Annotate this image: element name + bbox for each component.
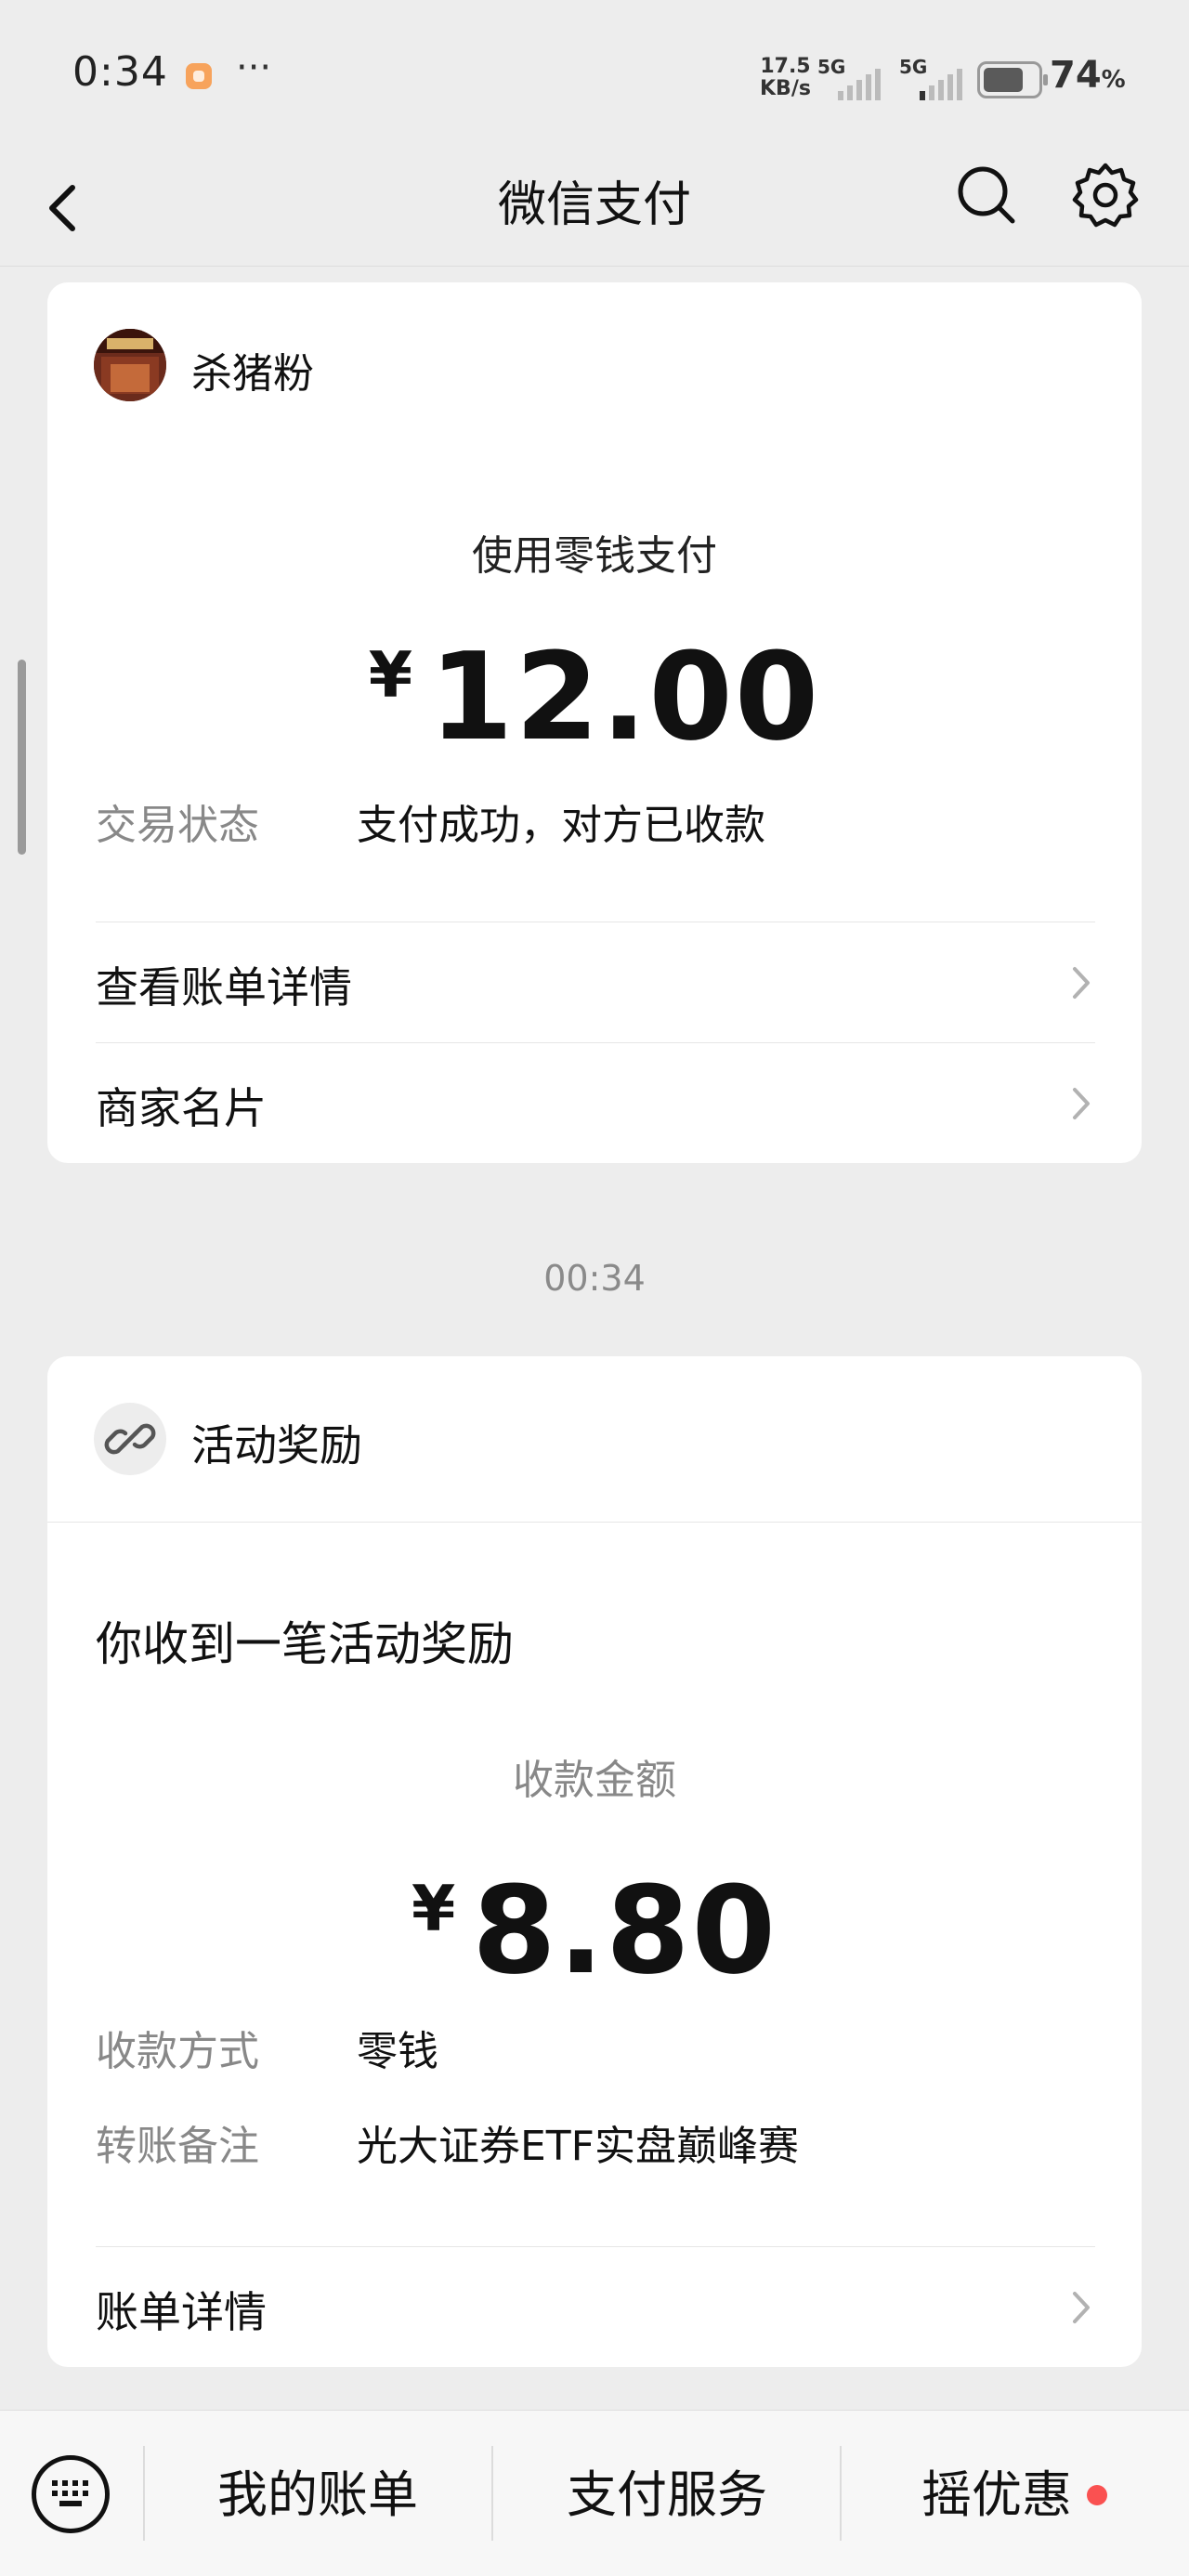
reward-amount: ¥8.80	[47, 1860, 1142, 2001]
merchant-avatar	[94, 329, 166, 401]
chevron-right-icon	[1073, 1088, 1090, 1119]
search-icon	[958, 166, 1015, 224]
payment-amount-value: 12.00	[429, 626, 821, 767]
received-amount-label: 收款金额	[513, 1757, 676, 1804]
merchant-name: 杀猪粉	[191, 350, 314, 398]
menu-shake-deals[interactable]: 摇优惠	[921, 2453, 1072, 2527]
transaction-status-label: 交易状态	[96, 802, 259, 849]
reward-amount-value: 8.80	[472, 1860, 778, 2001]
network-speed-unit: KB/s	[760, 77, 811, 100]
receive-method-value: 零钱	[357, 2028, 438, 2075]
currency-symbol: ¥	[411, 1873, 456, 1946]
merchant-card-label: 商家名片	[96, 1083, 267, 1133]
activity-reward-card: 活动奖励 你收到一笔活动奖励 收款金额 ¥8.80 收款方式 零钱 转账备注 光…	[47, 1356, 1142, 2367]
gear-icon	[1072, 163, 1139, 228]
bill-details-label: 账单详情	[96, 2287, 267, 2337]
menu-separator	[143, 2446, 145, 2541]
menu-payment-services[interactable]: 支付服务	[567, 2453, 767, 2527]
activity-icon-wrapper	[94, 1403, 166, 1475]
network-speed: 17.5 KB/s	[760, 56, 811, 100]
divider	[47, 1522, 1142, 1523]
transaction-status-value: 支付成功，对方已收款	[357, 802, 765, 849]
navigation-bar: 微信支付	[0, 139, 1189, 267]
battery-percent: 74%	[1050, 54, 1126, 97]
reward-headline: 你收到一笔活动奖励	[96, 1617, 514, 1671]
chevron-right-icon	[1073, 2292, 1090, 2323]
keyboard-icon	[52, 2480, 88, 2506]
unread-badge-dot	[1087, 2485, 1107, 2505]
keyboard-toggle-button[interactable]	[32, 2455, 110, 2533]
transfer-note-label: 转账备注	[96, 2123, 259, 2170]
app-notification-icon	[186, 63, 212, 89]
bottom-menu-bar: 我的账单 支付服务 摇优惠	[0, 2410, 1189, 2576]
currency-symbol: ¥	[368, 639, 413, 713]
battery-icon	[977, 61, 1048, 98]
network-speed-value: 17.5	[760, 55, 811, 78]
status-bar: 0:34 ··· 17.5 KB/s 5G 5G 74%	[0, 0, 1189, 139]
view-bill-details-link[interactable]: 查看账单详情	[47, 922, 1142, 1041]
activity-reward-title: 活动奖励	[191, 1420, 362, 1471]
view-bill-details-label: 查看账单详情	[96, 962, 352, 1013]
transfer-note-value: 光大证券ETF实盘巅峰赛	[357, 2123, 799, 2170]
search-button[interactable]	[953, 162, 1020, 229]
merchant-card-link[interactable]: 商家名片	[47, 1043, 1142, 1162]
payment-method: 使用零钱支付	[472, 532, 717, 580]
bill-details-link[interactable]: 账单详情	[47, 2247, 1142, 2366]
settings-button[interactable]	[1070, 160, 1141, 230]
payment-notification-card: 杀猪粉 使用零钱支付 ¥12.00 交易状态 支付成功，对方已收款 查看账单详情…	[47, 282, 1142, 1163]
link-icon	[104, 1423, 156, 1455]
payment-amount: ¥12.00	[47, 626, 1142, 767]
scrollbar[interactable]	[18, 660, 26, 855]
more-notifications-icon: ···	[236, 46, 272, 89]
chevron-right-icon	[1073, 967, 1090, 999]
battery-percent-value: 74	[1050, 54, 1102, 97]
battery-percent-sign: %	[1101, 66, 1126, 94]
menu-separator	[491, 2446, 493, 2541]
menu-separator	[840, 2446, 842, 2541]
receive-method-label: 收款方式	[96, 2028, 259, 2075]
merchant-avatar-image	[94, 329, 166, 401]
status-time: 0:34	[72, 48, 168, 96]
menu-my-bills[interactable]: 我的账单	[217, 2453, 418, 2527]
message-timestamp: 00:34	[543, 1258, 646, 1299]
